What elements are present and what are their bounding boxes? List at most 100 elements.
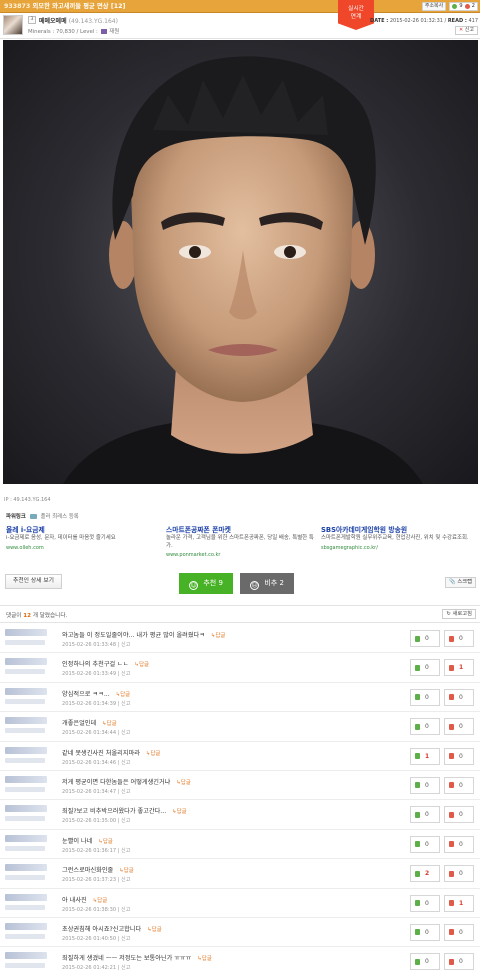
comment-text: 그런스로마신화인줄 [62, 867, 114, 875]
comment-upvote-count: 1 [425, 752, 430, 760]
comment-votes: 0 0 [410, 630, 474, 647]
comment-upvote-button[interactable]: 0 [410, 776, 440, 794]
reply-label: 답글 [215, 633, 226, 639]
reply-button[interactable]: ↳답글 [93, 898, 107, 904]
avatar[interactable] [3, 15, 23, 35]
level-flag-icon [100, 28, 107, 34]
comment-upvote-count: 0 [425, 635, 429, 642]
comment-downvote-button[interactable]: 0 [444, 923, 474, 941]
comment-downvote-count: 0 [459, 693, 463, 701]
upvote-label: 추천 [203, 579, 217, 587]
comment-row: 인정하나의 추천구걸 ㄴㄴ ↳답글 2015-02-26 01:33:49 | … [0, 653, 480, 683]
comment-time: 2015-02-26 01:36:17 | 신고 [62, 847, 131, 854]
comment-upvote-button[interactable]: 0 [410, 659, 440, 677]
comment-author-ip [5, 757, 45, 763]
comment-author[interactable] [5, 717, 47, 725]
reply-button[interactable]: ↳답글 [147, 927, 161, 933]
comment-downvote-button[interactable]: 0 [444, 747, 474, 765]
comment-downvote-button[interactable]: 0 [444, 630, 474, 647]
scrap-button[interactable]: 📎 스크랩 [445, 577, 476, 588]
ad-url[interactable]: sbsgamegraphic.co.kr/ [321, 545, 471, 551]
reply-button[interactable]: ↳답글 [116, 692, 130, 698]
upvote-count: 9 [218, 579, 223, 587]
comment-author[interactable] [5, 952, 47, 960]
comment-upvote-button[interactable]: 0 [410, 806, 440, 824]
reply-button[interactable]: ↳답글 [135, 662, 149, 668]
reply-button[interactable]: ↳답글 [176, 780, 190, 786]
post-title: 외모한 와고새끼들 평균 면상 [32, 3, 109, 10]
comment-downvote-button[interactable]: 0 [444, 806, 474, 824]
comment-downvote-button[interactable]: 0 [444, 718, 474, 736]
reply-button[interactable]: ↳답글 [197, 956, 211, 962]
comment-upvote-count: 0 [425, 928, 429, 936]
downvote-button[interactable]: ☹ 비추 2 [240, 573, 294, 594]
comment-downvote-button[interactable]: 0 [444, 776, 474, 794]
ad-description: 스마트폰게발학원 실무위주교육, 현업강사진, 위치 및 수강료조회. [321, 535, 469, 541]
comment-votes: 0 0 [410, 776, 474, 794]
comment-author[interactable] [5, 629, 47, 636]
comment-author[interactable] [5, 805, 47, 813]
comment-author[interactable] [5, 864, 47, 872]
comment-downvote-button[interactable]: 0 [444, 865, 474, 883]
comment-upvote-button[interactable]: 0 [410, 953, 440, 971]
comment-upvote-button[interactable]: 1 [410, 747, 440, 765]
comment-downvote-button[interactable]: 1 [444, 894, 474, 912]
refresh-comments-button[interactable]: ↻ 새로고침 [442, 609, 476, 619]
comment-author[interactable] [5, 687, 47, 695]
comment-author[interactable] [5, 746, 47, 754]
comment-upvote-button[interactable]: 0 [410, 718, 440, 736]
reply-button[interactable]: ↳답글 [146, 751, 160, 757]
ad-item[interactable]: SBS아카데미게임학원 방송원 스마트폰게발학원 실무위주교육, 현업강사진, … [321, 524, 471, 551]
reply-button[interactable]: ↳답글 [102, 721, 116, 727]
report-button[interactable]: ✕ 신고 [455, 26, 478, 35]
comment-author-ip [5, 816, 45, 822]
ad-item[interactable]: 스마트폰공짜폰 폰마켓 놀라운 가격, 고객님을 위한 스마트폰공짜폰, 당일 … [166, 524, 316, 558]
thumb-up-icon [415, 811, 420, 818]
comment-downvote-button[interactable]: 0 [444, 835, 474, 853]
comment-text: 죄질?보고 비추박으러왔다가 좋고간다... [62, 808, 167, 816]
ad-url[interactable]: www.ponmarket.co.kr [166, 552, 316, 558]
comment-downvote-button[interactable]: 0 [444, 953, 474, 971]
comment-downvote-button[interactable]: 0 [444, 688, 474, 706]
ad-title[interactable]: SBS아카데미게임학원 방송원 [321, 524, 471, 534]
comment-upvote-button[interactable]: 2 [410, 865, 440, 883]
comment-text: 양심적으로 ㅋㅋ... [62, 690, 110, 698]
reply-button[interactable]: ↳답글 [119, 868, 133, 874]
comment-time: 2015-02-26 01:38:30 | 신고 [62, 906, 131, 913]
comment-author-ip [5, 640, 45, 645]
comment-upvote-button[interactable]: 0 [410, 923, 440, 941]
comment-author[interactable] [5, 893, 47, 901]
comment-row: 와고놈들 이 정도일줄이야... 내가 평균 많이 올려줬다ㅋ ↳답글 2015… [0, 624, 480, 654]
reply-button[interactable]: ↳답글 [98, 839, 112, 845]
reply-button[interactable]: ↳답글 [211, 633, 225, 639]
copy-url-button[interactable]: 주소복사 [421, 2, 447, 11]
comment-upvote-button[interactable]: 0 [410, 835, 440, 853]
thumb-down-icon [449, 782, 454, 789]
comment-downvote-button[interactable]: 1 [444, 659, 474, 677]
recommenders-button[interactable]: 추천인 상세 보기 [5, 574, 62, 589]
comment-author[interactable] [5, 922, 47, 930]
author-name[interactable]: 메메오메메 [39, 18, 67, 25]
like-count: 9 [459, 3, 463, 9]
thumb-down-icon [449, 841, 454, 848]
post-comment-count: [12] [110, 3, 126, 10]
report-icon: ✕ [459, 27, 464, 33]
comment-author[interactable] [5, 658, 47, 666]
ad-item[interactable]: 올레 i-요금제 i-요금제로 음성, 문자, 데이터를 마음껏 즐기세요 ww… [6, 524, 156, 551]
ad-title[interactable]: 올레 i-요금제 [6, 524, 156, 534]
upvote-button[interactable]: ☺ 추천 9 [179, 573, 233, 594]
comment-row: 죄질하게 생겼네 ㅡㅡ 저정도는 보통아닌가 ㅠㅠㅠ ↳답글 2015-02-2… [0, 947, 480, 975]
thumb-up-icon [415, 929, 420, 936]
portrait-illustration [63, 56, 423, 484]
comment-author[interactable] [5, 834, 47, 842]
comment-upvote-count: 0 [425, 723, 429, 731]
comment-upvote-button[interactable]: 0 [410, 688, 440, 706]
comment-author-ip [5, 963, 45, 969]
ads-header-sub[interactable]: 플러 최레스 등록 [41, 514, 79, 520]
comment-upvote-button[interactable]: 0 [410, 894, 440, 912]
ad-title[interactable]: 스마트폰공짜폰 폰마켓 [166, 524, 316, 534]
ad-url[interactable]: www.olleh.com [6, 545, 156, 551]
reply-button[interactable]: ↳답글 [172, 809, 186, 815]
comment-author[interactable] [5, 775, 47, 783]
comment-upvote-button[interactable]: 0 [410, 630, 440, 647]
